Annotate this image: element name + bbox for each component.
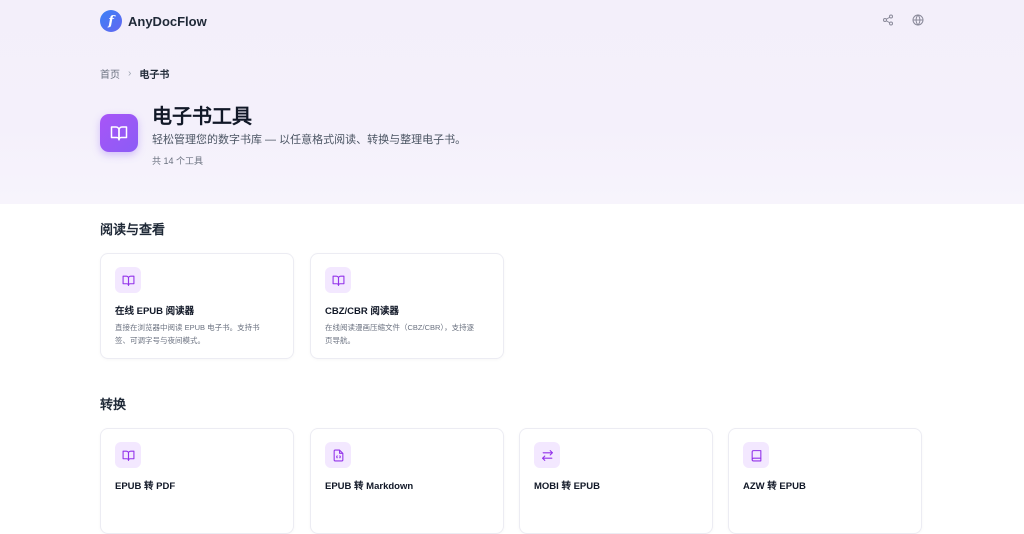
hero-book-icon xyxy=(100,114,138,152)
section-title-convert: 转换 xyxy=(100,397,127,412)
share-icon[interactable] xyxy=(882,13,894,26)
top-actions xyxy=(882,13,924,26)
book-open-icon xyxy=(115,267,141,293)
card-description-line: 直接在浏览器中阅读 EPUB 电子书。支持书 xyxy=(115,323,260,332)
top-bar: f AnyDocFlow xyxy=(100,10,924,34)
breadcrumb-home[interactable]: 首页 xyxy=(100,66,120,81)
card-title: AZW 转 EPUB xyxy=(743,481,806,492)
card-title: CBZ/CBR 阅读器 xyxy=(325,306,399,317)
logo-text: AnyDocFlow xyxy=(128,13,207,29)
card-description-line: 页导航。 xyxy=(325,336,355,345)
card-title: 在线 EPUB 阅读器 xyxy=(115,306,195,317)
logo-mark: f xyxy=(100,10,122,32)
swap-arrows-icon xyxy=(534,442,560,468)
tool-count: 共 14 个工具 xyxy=(152,156,204,166)
book-icon xyxy=(743,442,769,468)
card-description-line: 在线阅读漫画压缩文件（CBZ/CBR），支持逐 xyxy=(325,323,475,332)
card-title: MOBI 转 EPUB xyxy=(534,481,600,492)
card-title: EPUB 转 Markdown xyxy=(325,481,414,492)
section-title-reading: 阅读与查看 xyxy=(100,222,166,237)
page-description: 轻松管理您的数字书库 — 以任意格式阅读、转换与整理电子书。 xyxy=(152,134,467,146)
tool-card-epub-reader[interactable]: 在线 EPUB 阅读器 直接在浏览器中阅读 EPUB 电子书。支持书 签、可调字… xyxy=(100,253,294,359)
card-description-line: 签、可调字号与夜间模式。 xyxy=(115,336,205,345)
tool-card-cbz-reader[interactable]: CBZ/CBR 阅读器 在线阅读漫画压缩文件（CBZ/CBR），支持逐 页导航。 xyxy=(310,253,504,359)
tool-card-azw-to-epub[interactable]: AZW 转 EPUB xyxy=(728,428,922,534)
card-description: 直接在浏览器中阅读 EPUB 电子书。支持书 签、可调字号与夜间模式。 xyxy=(115,321,283,347)
card-description: 在线阅读漫画压缩文件（CBZ/CBR），支持逐 页导航。 xyxy=(325,321,493,347)
page-title: 电子书工具 xyxy=(152,106,252,128)
breadcrumb-current: 电子书 xyxy=(139,70,170,81)
tool-card-epub-to-markdown[interactable]: EPUB 转 Markdown xyxy=(310,428,504,534)
chevron-right-icon: › xyxy=(128,68,132,79)
tool-card-mobi-to-epub[interactable]: MOBI 转 EPUB xyxy=(519,428,713,534)
card-title: EPUB 转 PDF xyxy=(115,481,176,492)
logo[interactable]: f AnyDocFlow xyxy=(100,10,207,32)
book-open-icon xyxy=(115,442,141,468)
breadcrumb: 首页 › 电子书 xyxy=(100,66,169,81)
globe-icon[interactable] xyxy=(912,13,924,26)
book-open-icon xyxy=(325,267,351,293)
file-code-icon xyxy=(325,442,351,468)
tool-card-epub-to-pdf[interactable]: EPUB 转 PDF xyxy=(100,428,294,534)
